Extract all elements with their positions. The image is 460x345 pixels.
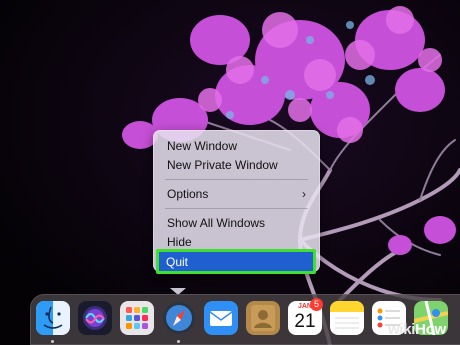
wikihow-watermark: wikiHow [388, 321, 446, 338]
menu-item-options[interactable]: Options › [159, 185, 314, 203]
dock-app-safari[interactable] [162, 301, 196, 335]
dock-app-mail[interactable] [204, 301, 238, 335]
menu-item-new-window[interactable]: New Window [159, 137, 314, 155]
menu-item-label: New Private Window [167, 158, 278, 172]
menu-item-label: Show All Windows [167, 216, 266, 230]
dock-app-finder[interactable] [36, 301, 70, 335]
menu-separator [165, 179, 308, 180]
menu-item-label: New Window [167, 139, 238, 153]
safari-icon [163, 302, 195, 334]
mail-icon [204, 301, 238, 335]
dock-app-siri[interactable] [78, 301, 112, 335]
siri-icon [78, 301, 112, 335]
menu-item-new-private-window[interactable]: New Private Window [159, 156, 314, 174]
calendar-day: 21 [294, 311, 316, 332]
contacts-icon [246, 301, 280, 335]
finder-icon [36, 301, 70, 335]
dock-app-notes[interactable] [330, 301, 364, 335]
menu-item-label: Hide [167, 235, 192, 249]
menu-item-label: Options [167, 187, 209, 201]
launchpad-icon [120, 301, 154, 335]
notes-icon [330, 301, 364, 335]
running-indicator [51, 340, 54, 343]
menu-item-show-all-windows[interactable]: Show All Windows [159, 214, 314, 232]
calendar-badge: 5 [310, 298, 323, 311]
dock-app-launchpad[interactable] [120, 301, 154, 335]
menu-item-quit-label: Quit [166, 255, 189, 269]
chevron-right-icon: › [302, 187, 306, 201]
dock-app-contacts[interactable] [246, 301, 280, 335]
menu-separator [165, 208, 308, 209]
running-indicator [177, 340, 180, 343]
